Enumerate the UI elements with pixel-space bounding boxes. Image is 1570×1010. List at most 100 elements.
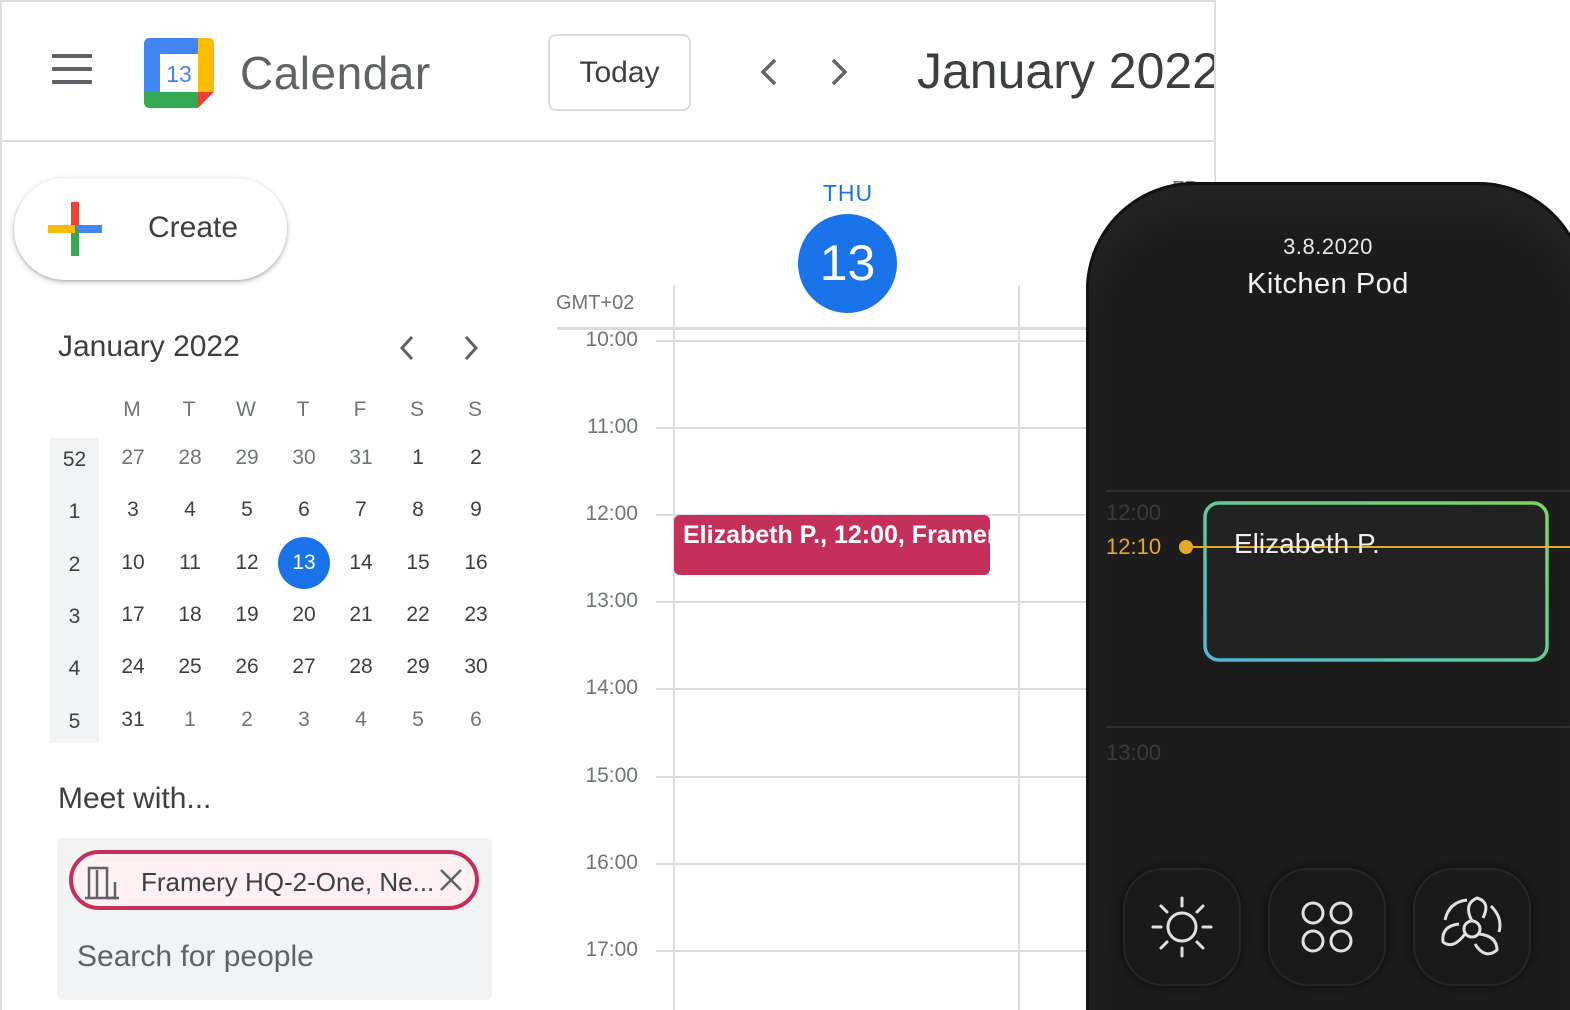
next-period-button[interactable] [817, 50, 861, 94]
week-number: 1 [68, 500, 81, 524]
week-number: 5 [68, 709, 81, 733]
mini-calendar-day[interactable]: 23 [450, 589, 502, 641]
mini-calendar-day[interactable]: 6 [278, 484, 330, 536]
device-date: 3.8.2020 [1283, 234, 1373, 259]
mini-calendar-day[interactable]: 31 [335, 432, 387, 484]
grid-icon [1301, 901, 1353, 953]
apps-button[interactable] [1268, 868, 1386, 986]
main-menu-button[interactable] [52, 54, 96, 90]
hour-line [656, 340, 1096, 342]
mini-calendar-day[interactable]: 6 [450, 694, 502, 746]
hamburger-icon-line [52, 80, 92, 84]
weekday-header: W [236, 398, 256, 421]
meet-with-box: Framery HQ-2-One, Ne... [57, 838, 492, 1000]
mini-calendar-selected-day[interactable]: 13 [278, 536, 330, 589]
previous-period-button[interactable] [747, 50, 791, 94]
weekday-header: S [409, 398, 424, 421]
mini-calendar-day[interactable]: 27 [107, 432, 159, 484]
device-event-label: Elizabeth P. [1234, 528, 1380, 559]
mini-calendar-day[interactable]: 30 [278, 432, 330, 484]
mini-calendar-day[interactable]: 1 [392, 432, 444, 484]
chevron-right-icon [831, 58, 848, 86]
device-hour-label: 12:00 [1106, 500, 1162, 525]
weekday-header: F [353, 398, 367, 421]
mini-calendar-day[interactable]: 14 [335, 537, 387, 589]
week-number: 3 [68, 604, 81, 628]
weekday-header: T [296, 398, 310, 421]
mini-calendar-day[interactable]: 31 [107, 694, 159, 746]
mini-calendar-day[interactable]: 26 [221, 641, 273, 693]
mini-calendar-day[interactable]: 7 [335, 484, 387, 536]
selected-day-number[interactable]: 13 [798, 214, 897, 313]
mini-calendar-day[interactable]: 30 [450, 641, 502, 693]
room-chip[interactable]: Framery HQ-2-One, Ne... [69, 850, 479, 910]
device-room-title: Kitchen Pod [1247, 268, 1409, 300]
calendar-event[interactable]: Elizabeth P., 12:00, Framery HQ-2-One [674, 515, 990, 575]
mini-calendar-day[interactable]: 17 [107, 589, 159, 641]
meet-with-title: Meet with... [58, 782, 212, 815]
hamburger-icon-line [52, 54, 92, 58]
mini-calendar-day[interactable]: 19 [221, 589, 273, 641]
mini-calendar-day[interactable]: 4 [335, 694, 387, 746]
mini-calendar-day[interactable]: 3 [107, 484, 159, 536]
mini-calendar-day[interactable]: 4 [164, 484, 216, 536]
close-icon[interactable] [437, 866, 465, 894]
hour-label: 11:00 [587, 415, 638, 439]
mini-calendar-day[interactable]: 24 [107, 641, 159, 693]
mini-calendar-day[interactable]: 5 [221, 484, 273, 536]
week-number: 52 [62, 448, 87, 471]
hamburger-icon-line [52, 67, 92, 71]
light-button[interactable] [1123, 868, 1241, 986]
hour-label: 10:00 [585, 328, 638, 351]
chevron-left-icon [760, 58, 777, 86]
mini-calendar-day[interactable]: 1 [164, 694, 216, 746]
create-button[interactable]: Create [14, 178, 287, 280]
mini-calendar-day[interactable]: 21 [335, 589, 387, 641]
mini-calendar-day[interactable]: 29 [392, 641, 444, 693]
mini-calendar-day[interactable]: 16 [450, 537, 502, 589]
mini-calendar-day[interactable]: 29 [221, 432, 273, 484]
mini-calendar-day[interactable]: 3 [278, 694, 330, 746]
fan-icon [1441, 896, 1502, 956]
day-of-week-label: THU [822, 180, 874, 206]
hour-line [656, 601, 1096, 604]
mini-calendar-day[interactable]: 12 [221, 537, 273, 589]
mini-calendar-day[interactable]: 27 [278, 641, 330, 693]
mini-calendar-day[interactable]: 9 [450, 484, 502, 536]
hour-line [656, 775, 1096, 778]
hour-label: 15:00 [585, 763, 638, 787]
hour-label: 17:00 [585, 937, 638, 961]
plus-icon [48, 202, 102, 256]
device-event-card[interactable] [1203, 501, 1549, 662]
mini-calendar-day[interactable]: 20 [278, 589, 330, 641]
search-people-input[interactable] [77, 932, 472, 982]
today-button[interactable]: Today [548, 34, 691, 111]
hour-line [656, 862, 1096, 865]
app-title: Calendar [240, 47, 431, 99]
mini-calendar-previous-button[interactable] [387, 328, 427, 368]
calendar-app: 13 Calendar Today January 2022 Create Ja… [0, 0, 1216, 1010]
mini-calendar-day[interactable]: 10 [107, 537, 159, 589]
ventilation-button[interactable] [1413, 868, 1531, 986]
hour-label: 16:00 [585, 850, 638, 874]
mini-calendar-day[interactable]: 2 [450, 432, 502, 484]
day-column-border [673, 285, 675, 1010]
weekday-header: S [467, 398, 482, 421]
mini-calendar-day[interactable]: 2 [221, 694, 273, 746]
mini-calendar-day[interactable]: 25 [164, 641, 216, 693]
mini-calendar-day[interactable]: 22 [392, 589, 444, 641]
mini-calendar-day[interactable]: 15 [392, 537, 444, 589]
calendar-logo-icon: 13 [144, 38, 214, 108]
current-time-label: 12:10 [1106, 534, 1162, 559]
mini-calendar-day[interactable]: 18 [164, 589, 216, 641]
mini-calendar-next-button[interactable] [451, 328, 491, 368]
week-number: 4 [68, 657, 81, 681]
weekday-header: M [123, 398, 141, 421]
day-column-border [1018, 285, 1020, 1010]
mini-calendar-day[interactable]: 28 [164, 432, 216, 484]
mini-calendar-day[interactable]: 8 [392, 484, 444, 536]
mini-calendar-day[interactable]: 28 [335, 641, 387, 693]
timezone-label: GMT+02 [556, 292, 635, 314]
mini-calendar-day[interactable]: 5 [392, 694, 444, 746]
mini-calendar-day[interactable]: 11 [164, 537, 216, 589]
